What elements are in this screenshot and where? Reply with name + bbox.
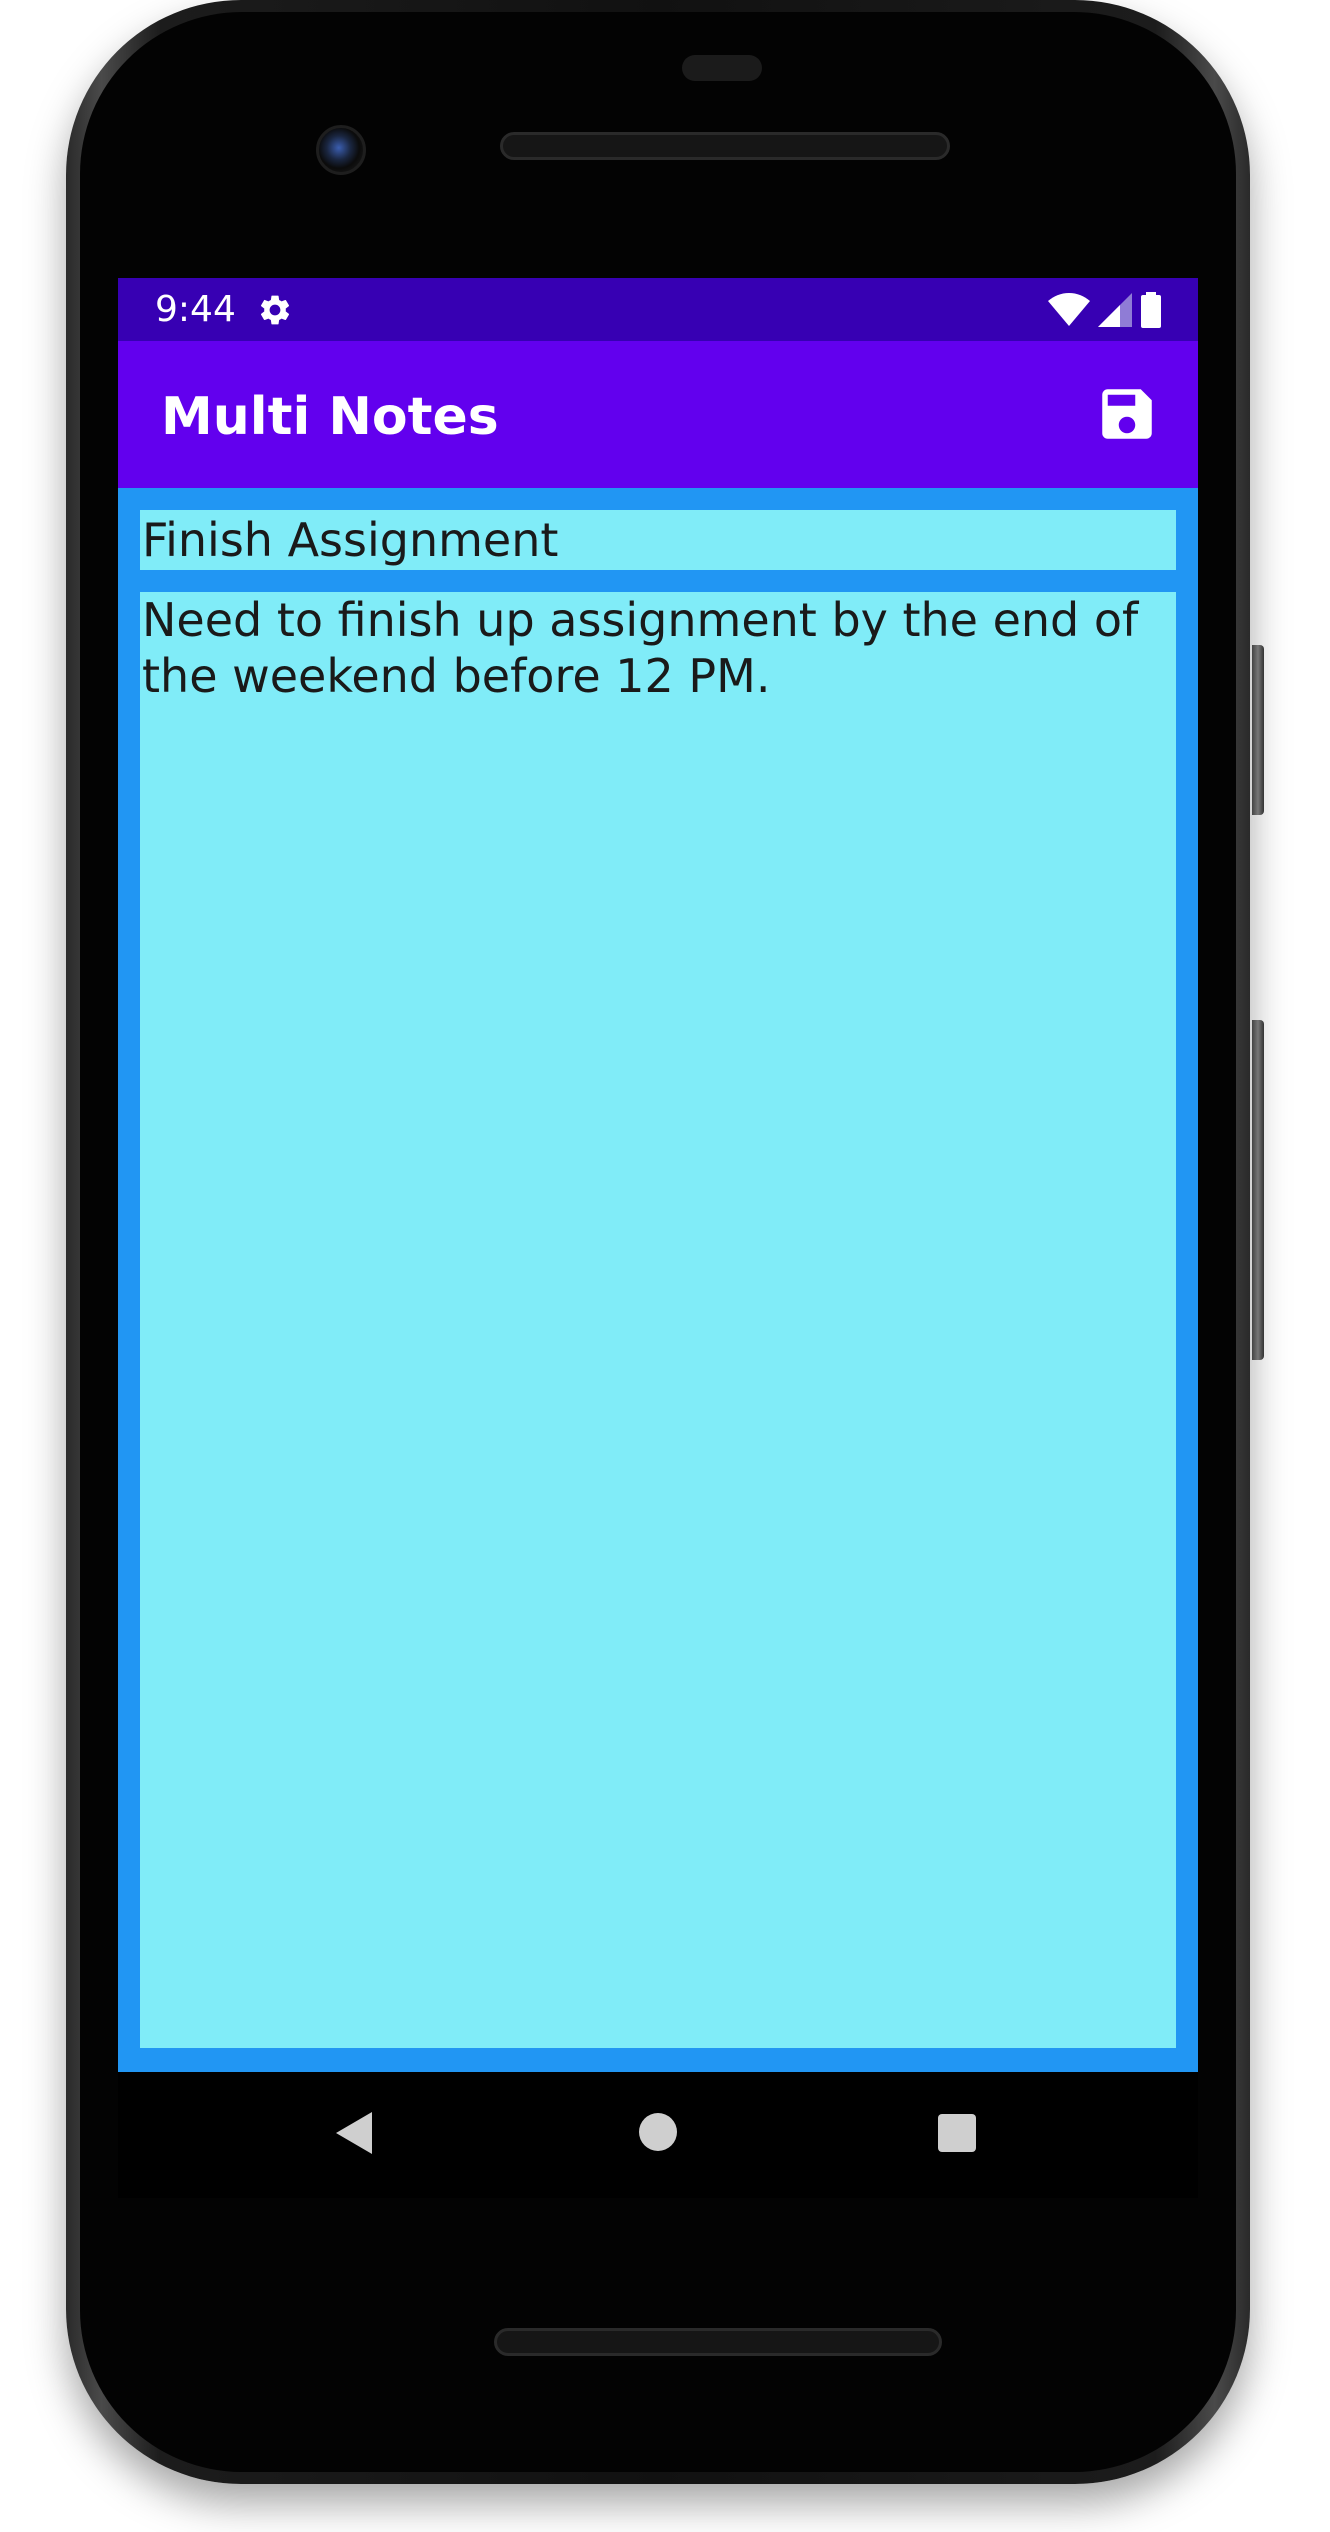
volume-rocker xyxy=(1252,1020,1264,1360)
device-screen: 9:44 Multi Notes Need to finish up assig… xyxy=(118,278,1198,2072)
status-time: 9:44 xyxy=(155,289,236,330)
note-title-input[interactable] xyxy=(140,510,1176,570)
power-button xyxy=(1252,645,1264,815)
status-bar: 9:44 xyxy=(118,278,1198,341)
status-icons xyxy=(1048,292,1162,328)
proximity-sensor xyxy=(682,55,762,81)
note-body-input[interactable]: Need to finish up assignment by the end … xyxy=(140,592,1176,2048)
app-title: Multi Notes xyxy=(161,387,499,447)
navigation-bar xyxy=(118,2072,1198,2198)
wifi-icon xyxy=(1048,293,1090,326)
settings-gear-icon xyxy=(260,295,290,325)
battery-icon xyxy=(1141,292,1161,328)
recents-icon[interactable] xyxy=(938,2114,976,2152)
cellular-signal-icon xyxy=(1098,293,1132,327)
app-bar: Multi Notes xyxy=(118,341,1198,488)
note-editor: Need to finish up assignment by the end … xyxy=(118,488,1198,2072)
bottom-speaker xyxy=(494,2328,942,2356)
save-icon[interactable] xyxy=(1094,381,1160,447)
back-icon[interactable] xyxy=(336,2112,372,2154)
earpiece-speaker xyxy=(500,132,950,160)
home-icon[interactable] xyxy=(639,2113,677,2151)
front-camera xyxy=(316,125,366,175)
